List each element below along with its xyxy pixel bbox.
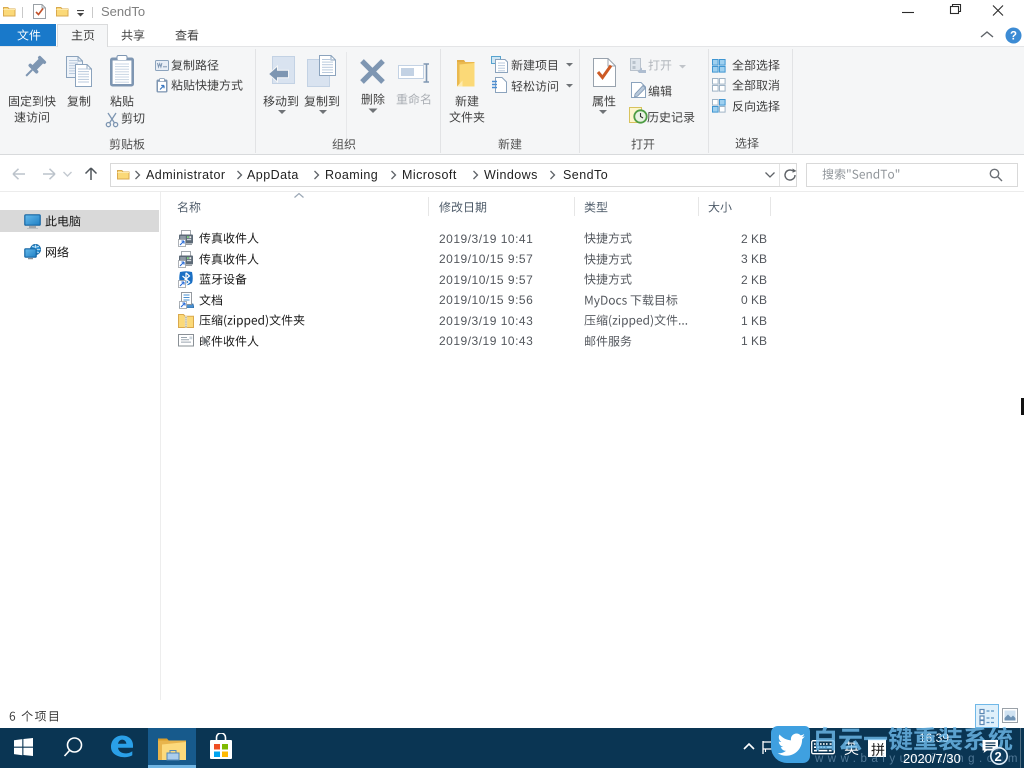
- svg-text:?: ?: [1010, 31, 1017, 43]
